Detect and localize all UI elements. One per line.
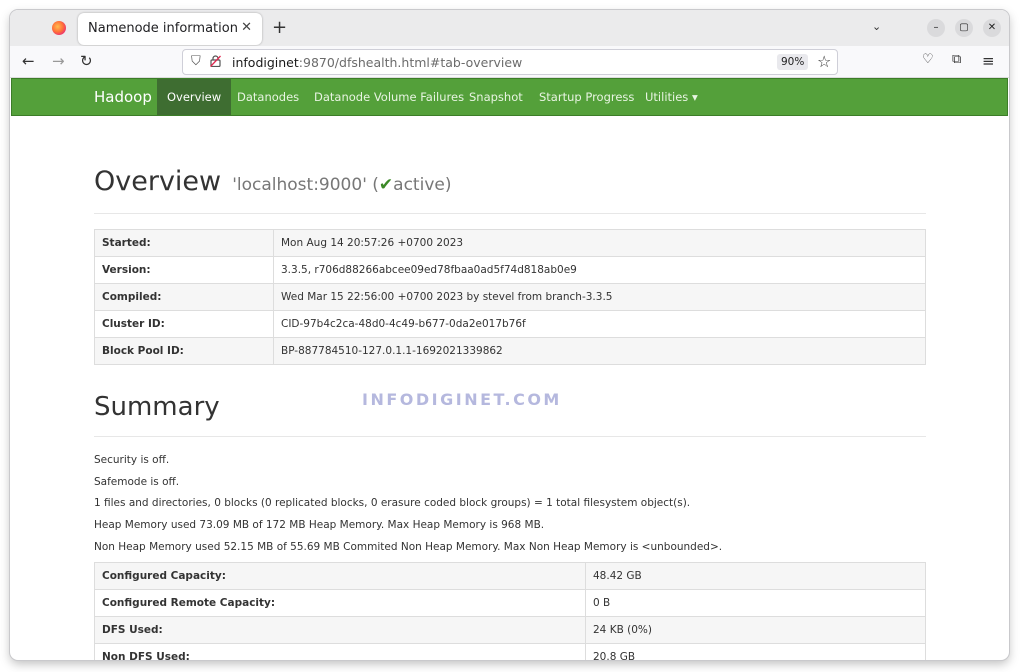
nav-utilities-dropdown[interactable]: Utilities ▾: [635, 79, 708, 115]
summary-security: Security is off.: [94, 454, 170, 466]
row-key: Version:: [94, 256, 274, 284]
summary-table: Configured Capacity: 48.42 GB Configured …: [94, 562, 926, 660]
menu-icon[interactable]: ≡: [982, 52, 995, 70]
row-key: Block Pool ID:: [94, 337, 274, 365]
divider: [94, 436, 926, 437]
summary-filesystem: 1 files and directories, 0 blocks (0 rep…: [94, 497, 691, 509]
summary-title: Summary: [94, 392, 220, 422]
table-row: Cluster ID: CID-97b4c2ca-48d0-4c49-b677-0…: [94, 310, 926, 338]
row-key: Cluster ID:: [94, 310, 274, 338]
table-row: DFS Used: 24 KB (0%): [94, 616, 926, 644]
row-key: Configured Remote Capacity:: [94, 589, 586, 617]
overview-heading: Overview 'localhost:9000' (✔active): [94, 166, 451, 197]
table-row: Started: Mon Aug 14 20:57:26 +0700 2023: [94, 229, 926, 257]
row-value: Wed Mar 15 22:56:00 +0700 2023 by stevel…: [273, 283, 926, 311]
forward-icon[interactable]: →: [52, 52, 65, 70]
url-text[interactable]: infodiginet:9870/dfshealth.html#tab-over…: [232, 55, 522, 70]
table-row: Non DFS Used: 20.8 GB: [94, 643, 926, 660]
row-value: CID-97b4c2ca-48d0-4c49-b677-0da2e017b76f: [273, 310, 926, 338]
row-key: Configured Capacity:: [94, 562, 586, 590]
row-value: 20.8 GB: [585, 643, 926, 660]
divider: [94, 213, 926, 214]
tab-list-icon[interactable]: ⌄: [872, 20, 881, 33]
overview-host: 'localhost:9000' (✔active): [232, 175, 452, 195]
hadoop-brand[interactable]: Hadoop: [94, 88, 152, 106]
table-row: Version: 3.3.5, r706d88266abcee09ed78fbaa…: [94, 256, 926, 284]
tab-strip: Namenode information ✕ + ⌄ – ▢ ✕: [10, 10, 1009, 46]
summary-non-heap-memory: Non Heap Memory used 52.15 MB of 55.69 M…: [94, 541, 723, 553]
browser-toolbar: ← → ↻ ⛉ infodiginet:9870/dfshealth.html#…: [10, 46, 1009, 78]
row-key: Compiled:: [94, 283, 274, 311]
reload-icon[interactable]: ↻: [80, 52, 93, 70]
overview-title: Overview: [94, 166, 222, 197]
nav-startup-progress[interactable]: Startup Progress: [529, 79, 644, 115]
nav-datanodes[interactable]: Datanodes: [227, 79, 309, 115]
new-tab-button[interactable]: +: [272, 17, 287, 38]
back-icon[interactable]: ←: [22, 52, 35, 70]
row-value: 0 B: [585, 589, 926, 617]
pocket-icon[interactable]: ♡: [922, 52, 934, 67]
row-value: BP-887784510-127.0.1.1-1692021339862: [273, 337, 926, 365]
firefox-icon: [52, 21, 66, 35]
table-row: Block Pool ID: BP-887784510-127.0.1.1-169…: [94, 337, 926, 365]
overview-table: Started: Mon Aug 14 20:57:26 +0700 2023 V…: [94, 229, 926, 365]
shield-icon[interactable]: ⛉: [191, 54, 201, 69]
row-value: 24 KB (0%): [585, 616, 926, 644]
tab-title: Namenode information: [88, 21, 238, 36]
watermark: INFODIGINET.COM: [362, 390, 562, 409]
bookmark-star-icon[interactable]: ☆: [817, 52, 831, 71]
extensions-icon[interactable]: ⧉: [952, 52, 961, 67]
hadoop-navbar: Hadoop Overview Datanodes Datanode Volum…: [11, 78, 1008, 116]
tab-close-icon[interactable]: ✕: [241, 20, 252, 35]
row-value: Mon Aug 14 20:57:26 +0700 2023: [273, 229, 926, 257]
table-row: Configured Remote Capacity: 0 B: [94, 589, 926, 617]
row-key: DFS Used:: [94, 616, 586, 644]
insecure-lock-icon[interactable]: [210, 55, 221, 67]
browser-window: Namenode information ✕ + ⌄ – ▢ ✕ ← → ↻ ⛉…: [10, 10, 1009, 660]
zoom-level-button[interactable]: 90%: [777, 54, 809, 70]
table-row: Compiled: Wed Mar 15 22:56:00 +0700 2023 …: [94, 283, 926, 311]
browser-tab[interactable]: Namenode information ✕: [78, 13, 262, 45]
row-value: 3.3.5, r706d88266abcee09ed78fbaa0ad5f74d…: [273, 256, 926, 284]
row-key: Non DFS Used:: [94, 643, 586, 660]
summary-heap-memory: Heap Memory used 73.09 MB of 172 MB Heap…: [94, 519, 545, 531]
row-key: Started:: [94, 229, 274, 257]
table-row: Configured Capacity: 48.42 GB: [94, 562, 926, 590]
row-value: 48.42 GB: [585, 562, 926, 590]
summary-safemode: Safemode is off.: [94, 476, 180, 488]
nav-overview[interactable]: Overview: [157, 79, 232, 115]
url-bar[interactable]: ⛉ infodiginet:9870/dfshealth.html#tab-ov…: [182, 49, 838, 75]
maximize-button[interactable]: ▢: [955, 19, 973, 37]
check-icon: ✔: [378, 175, 394, 195]
nav-snapshot[interactable]: Snapshot: [459, 79, 533, 115]
close-window-button[interactable]: ✕: [983, 19, 1001, 37]
minimize-button[interactable]: –: [927, 19, 945, 37]
nav-datanode-volume-failures[interactable]: Datanode Volume Failures: [304, 79, 474, 115]
